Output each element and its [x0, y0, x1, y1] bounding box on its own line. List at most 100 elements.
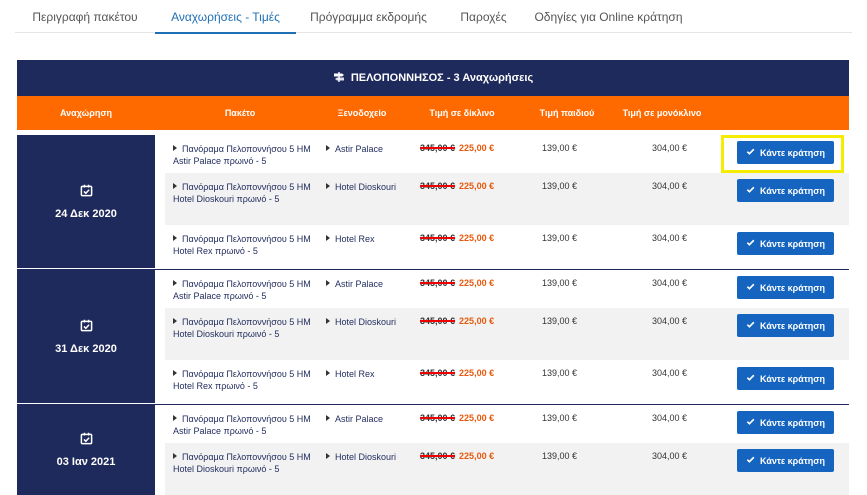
hotel-link[interactable]: Astir Palace: [326, 143, 401, 155]
caret-right-icon: [326, 183, 330, 189]
check-icon: [746, 238, 755, 249]
table-title: ΠΕΛΟΠΟΝΝΗΣΟΣ - 3 Αναχωρήσεις: [350, 72, 534, 84]
double-price: 345,00 €225,00 €: [420, 316, 530, 326]
caret-right-icon: [326, 318, 330, 324]
child-price: 139,00 €: [542, 413, 578, 423]
book-now-label: Κάντε κράτηση: [760, 417, 825, 428]
caret-right-icon: [173, 280, 177, 286]
book-now-button[interactable]: Κάντε κράτηση: [737, 314, 834, 337]
header-single-price: Τιμή σε μονόκλινο: [622, 107, 702, 118]
package-link[interactable]: Πανόραμα Πελοποννήσου 5 ΗΜ Hotel Dioskou…: [173, 316, 313, 340]
package-link[interactable]: Πανόραμα Πελοποννήσου 5 ΗΜ Hotel Rex πρω…: [173, 368, 313, 392]
hotel-name: Hotel Dioskouri: [335, 182, 397, 192]
table-row: Πανόραμα Πελοποννήσου 5 ΗΜ Hotel Dioskou…: [165, 173, 849, 225]
new-price: 225,00 €: [459, 368, 495, 378]
old-price: 345,00 €: [420, 143, 456, 153]
package-link[interactable]: Πανόραμα Πελοποννήσου 5 ΗΜ Astir Palace …: [173, 278, 313, 302]
caret-right-icon: [326, 453, 330, 459]
hotel-link[interactable]: Hotel Rex: [326, 233, 401, 245]
hotel-name: Hotel Rex: [335, 234, 375, 244]
package-name: Πανόραμα Πελοποννήσου 5 ΗΜ Hotel Rex πρω…: [173, 234, 311, 256]
package-name: Πανόραμα Πελοποννήσου 5 ΗΜ Hotel Dioskou…: [173, 317, 311, 339]
hotel-name: Astir Palace: [335, 279, 384, 289]
hotel-name: Astir Palace: [335, 414, 384, 424]
check-icon: [746, 373, 755, 384]
package-link[interactable]: Πανόραμα Πελοποννήσου 5 ΗΜ Hotel Rex πρω…: [173, 233, 313, 257]
departure-date-box: 24 Δεκ 2020: [17, 135, 155, 268]
book-now-button[interactable]: Κάντε κράτηση: [737, 367, 834, 390]
table-row: Πανόραμα Πελοποννήσου 5 ΗΜ Astir Palace …: [165, 405, 849, 443]
child-price: 139,00 €: [542, 181, 578, 191]
caret-right-icon: [326, 145, 330, 151]
new-price: 225,00 €: [459, 316, 495, 326]
old-price: 345,00 €: [420, 278, 456, 288]
package-name: Πανόραμα Πελοποννήσου 5 ΗΜ Astir Palace …: [173, 279, 311, 301]
table-title-bar: ΠΕΛΟΠΟΝΝΗΣΟΣ - 3 Αναχωρήσεις: [17, 60, 849, 96]
double-price: 345,00 €225,00 €: [420, 278, 530, 288]
single-price: 304,00 €: [652, 181, 688, 191]
old-price: 345,00 €: [420, 413, 456, 423]
double-price: 345,00 €225,00 €: [420, 368, 530, 378]
check-icon: [746, 455, 755, 466]
calendar-check-icon: [80, 319, 93, 337]
table-row: Πανόραμα Πελοποννήσου 5 ΗΜ Hotel Rex πρω…: [165, 225, 849, 268]
book-now-button[interactable]: Κάντε κράτηση: [737, 179, 834, 202]
tab-package-description[interactable]: Περιγραφή πακέτου: [15, 0, 155, 33]
check-icon: [746, 417, 755, 428]
caret-right-icon: [173, 145, 177, 151]
package-name: Πανόραμα Πελοποννήσου 5 ΗΜ Hotel Dioskou…: [173, 182, 311, 204]
single-price: 304,00 €: [652, 278, 688, 288]
hotel-link[interactable]: Hotel Dioskouri: [326, 451, 401, 463]
book-now-button[interactable]: Κάντε κράτηση: [737, 232, 834, 255]
single-price: 304,00 €: [652, 143, 688, 153]
book-now-button[interactable]: Κάντε κράτηση: [737, 449, 834, 472]
child-price: 139,00 €: [542, 316, 578, 326]
package-link[interactable]: Πανόραμα Πελοποννήσου 5 ΗΜ Astir Palace …: [173, 413, 313, 437]
package-name: Πανόραμα Πελοποννήσου 5 ΗΜ Hotel Rex πρω…: [173, 369, 311, 391]
child-price: 139,00 €: [542, 233, 578, 243]
single-price: 304,00 €: [652, 316, 688, 326]
hotel-name: Hotel Dioskouri: [335, 452, 397, 462]
old-price: 345,00 €: [420, 181, 456, 191]
caret-right-icon: [173, 318, 177, 324]
departure-date-box: 03 Ιαν 2021: [17, 405, 155, 495]
hotel-link[interactable]: Hotel Dioskouri: [326, 316, 401, 328]
tab-departures-prices[interactable]: Αναχωρήσεις - Τιμές: [155, 0, 296, 34]
package-link[interactable]: Πανόραμα Πελοποννήσου 5 ΗΜ Hotel Dioskou…: [173, 451, 313, 475]
hotel-link[interactable]: Astir Palace: [326, 413, 401, 425]
table-row: Πανόραμα Πελοποννήσου 5 ΗΜ Hotel Dioskou…: [165, 443, 849, 495]
hotel-name: Astir Palace: [335, 144, 384, 154]
child-price: 139,00 €: [542, 368, 578, 378]
caret-right-icon: [173, 235, 177, 241]
tab-online-booking-instructions[interactable]: Οδηγίες για Online κράτηση: [526, 0, 691, 33]
hotel-link[interactable]: Astir Palace: [326, 278, 401, 290]
tab-bar: Περιγραφή πακέτου Αναχωρήσεις - Τιμές Πρ…: [15, 0, 852, 34]
single-price: 304,00 €: [652, 233, 688, 243]
tab-services[interactable]: Παροχές: [441, 0, 526, 33]
package-link[interactable]: Πανόραμα Πελοποννήσου 5 ΗΜ Hotel Dioskou…: [173, 181, 313, 205]
double-price: 345,00 €225,00 €: [420, 413, 530, 423]
tab-excursion-program[interactable]: Πρόγραμμα εκδρομής: [296, 0, 441, 33]
package-name: Πανόραμα Πελοποννήσου 5 ΗΜ Hotel Dioskou…: [173, 452, 311, 474]
package-name: Πανόραμα Πελοποννήσου 5 ΗΜ Astir Palace …: [173, 414, 311, 436]
table-header: Αναχώρηση Πακέτο Ξενοδοχείο Τιμή σε δίκλ…: [17, 96, 849, 130]
caret-right-icon: [173, 453, 177, 459]
new-price: 225,00 €: [459, 233, 495, 243]
book-now-label: Κάντε κράτηση: [760, 238, 825, 249]
book-now-button[interactable]: Κάντε κράτηση: [737, 276, 834, 299]
old-price: 345,00 €: [420, 451, 456, 461]
caret-right-icon: [326, 415, 330, 421]
new-price: 225,00 €: [459, 278, 495, 288]
hotel-link[interactable]: Hotel Dioskouri: [326, 181, 401, 193]
caret-right-icon: [326, 370, 330, 376]
child-price: 139,00 €: [542, 278, 578, 288]
package-link[interactable]: Πανόραμα Πελοποννήσου 5 ΗΜ Astir Palace …: [173, 143, 313, 167]
header-departure: Αναχώρηση: [59, 107, 113, 118]
header-package: Πακέτο: [224, 107, 256, 118]
table-row: Πανόραμα Πελοποννήσου 5 ΗΜ Hotel Rex πρω…: [165, 360, 849, 403]
double-price: 345,00 €225,00 €: [420, 143, 530, 153]
new-price: 225,00 €: [459, 181, 495, 191]
caret-right-icon: [173, 370, 177, 376]
hotel-link[interactable]: Hotel Rex: [326, 368, 401, 380]
book-now-button[interactable]: Κάντε κράτηση: [737, 411, 834, 434]
